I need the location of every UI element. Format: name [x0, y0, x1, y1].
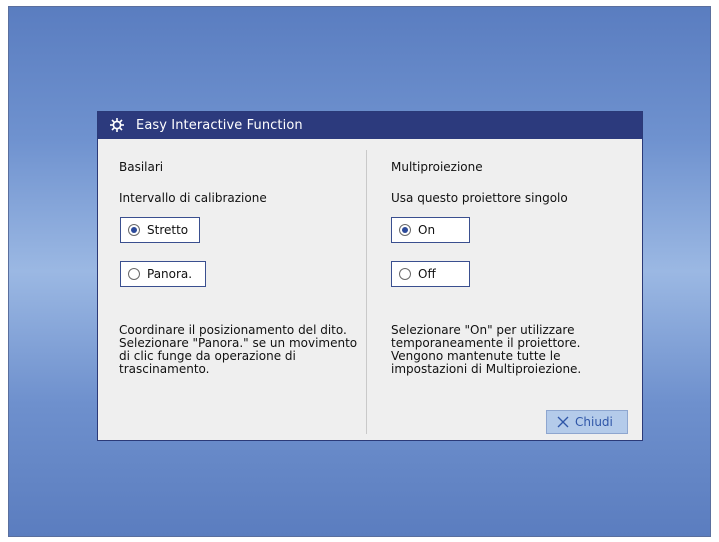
radio-label-panora: Panora.: [147, 267, 193, 281]
close-icon: [557, 416, 569, 428]
radio-option-on[interactable]: On: [391, 217, 470, 243]
easy-interactive-dialog: Easy Interactive Function Basilari Inter…: [97, 111, 643, 441]
basilari-description: Coordinare il posizionamento del dito. S…: [119, 323, 358, 376]
desktop-background: Easy Interactive Function Basilari Inter…: [8, 6, 711, 537]
section-title-multiproiezione: Multiproiezione: [391, 160, 483, 174]
radio-unchecked-icon: [399, 268, 411, 280]
calibration-range-label: Intervallo di calibrazione: [119, 191, 267, 205]
radio-checked-icon: [399, 224, 411, 236]
title-bar: Easy Interactive Function: [98, 112, 642, 139]
section-title-basilari: Basilari: [119, 160, 164, 174]
close-button-label: Chiudi: [575, 415, 613, 429]
radio-label-off: Off: [418, 267, 436, 281]
radio-unchecked-icon: [128, 268, 140, 280]
close-button[interactable]: Chiudi: [546, 410, 628, 434]
radio-option-stretto[interactable]: Stretto: [120, 217, 200, 243]
column-divider: [366, 150, 367, 434]
radio-option-off[interactable]: Off: [391, 261, 470, 287]
gear-icon: [110, 118, 124, 132]
radio-label-stretto: Stretto: [147, 223, 189, 237]
multiproiezione-description: Selezionare "On" per utilizzare temporan…: [391, 323, 582, 376]
single-projector-label: Usa questo proiettore singolo: [391, 191, 568, 205]
radio-label-on: On: [418, 223, 436, 237]
radio-option-panora[interactable]: Panora.: [120, 261, 206, 287]
dialog-title: Easy Interactive Function: [136, 118, 303, 133]
radio-checked-icon: [128, 224, 140, 236]
